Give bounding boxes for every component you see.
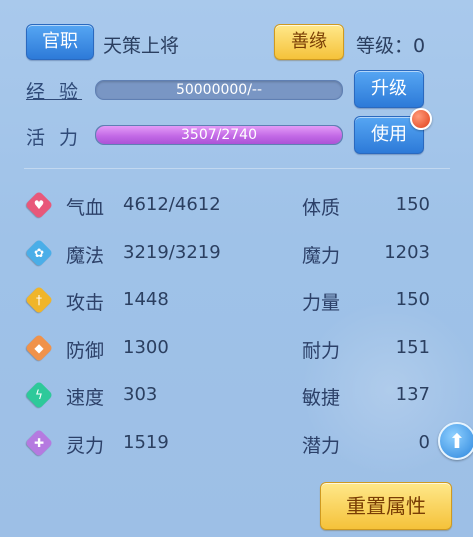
title-button[interactable]: 官职 (26, 24, 94, 60)
attribute-value: 150 (395, 194, 430, 215)
stat-name: 魔法 (66, 244, 105, 267)
attribute-name: 潜力 (302, 434, 341, 457)
stat-name: 气血 (66, 197, 105, 219)
attribute-value: 1203 (384, 241, 430, 263)
vitality-bar: 3507/2740 (95, 125, 343, 145)
scroll-up-button[interactable]: ⬆ (438, 422, 473, 460)
attribute-value: 151 (395, 336, 430, 358)
shield-icon: ◆ (24, 333, 54, 362)
arrow-up-icon: ⬆ (448, 429, 466, 453)
mana-icon: ✿ (24, 238, 54, 267)
stat-name: 灵力 (66, 434, 105, 457)
vitality-label: 活 力 (26, 127, 83, 149)
karma-button-label: 善缘 (291, 31, 327, 52)
title-value: 天策上将 (103, 35, 180, 57)
stat-value: 4612/4612 (123, 194, 221, 215)
stat-name: 防御 (66, 339, 105, 362)
stat-value: 303 (123, 384, 158, 405)
reset-attributes-button-label: 重置属性 (346, 494, 426, 518)
stat-value: 3219/3219 (123, 241, 221, 263)
character-attributes-panel: 官职 天策上将 善缘 等级：0 经 验 50000000/-- 升级 活 力 3… (0, 0, 473, 537)
use-button-label: 使用 (371, 124, 407, 145)
heart-icon: ♥ (24, 190, 54, 220)
spirit-icon: ✚ (24, 428, 54, 457)
stat-value: 1448 (123, 289, 169, 310)
exp-bar-text: 50000000/-- (175, 82, 263, 98)
title-button-label: 官职 (42, 31, 78, 52)
stat-name: 攻击 (66, 292, 105, 314)
exp-label: 经 验 (26, 81, 83, 103)
attribute-name: 敏捷 (302, 387, 341, 409)
stat-name: 速度 (66, 387, 105, 409)
attribute-name: 体质 (302, 197, 341, 219)
reset-attributes-button[interactable]: 重置属性 (320, 482, 452, 530)
attribute-name: 魔力 (302, 244, 341, 267)
sword-icon: † (24, 285, 54, 315)
attribute-name: 力量 (302, 292, 341, 314)
notification-dot (410, 108, 432, 130)
karma-button[interactable]: 善缘 (274, 24, 344, 60)
upgrade-button-label: 升级 (371, 78, 407, 99)
attribute-name: 耐力 (302, 339, 341, 362)
attribute-value: 0 (418, 431, 430, 453)
attribute-value: 137 (395, 384, 430, 405)
upgrade-button[interactable]: 升级 (354, 70, 424, 108)
exp-bar: 50000000/-- (95, 80, 343, 100)
level-label: 等级：0 (356, 35, 426, 57)
attribute-value: 150 (395, 289, 430, 310)
vitality-bar-text: 3507/2740 (181, 127, 257, 143)
lightning-icon: ϟ (24, 380, 54, 410)
divider (24, 168, 450, 169)
stat-value: 1300 (123, 336, 169, 358)
stat-value: 1519 (123, 431, 169, 453)
